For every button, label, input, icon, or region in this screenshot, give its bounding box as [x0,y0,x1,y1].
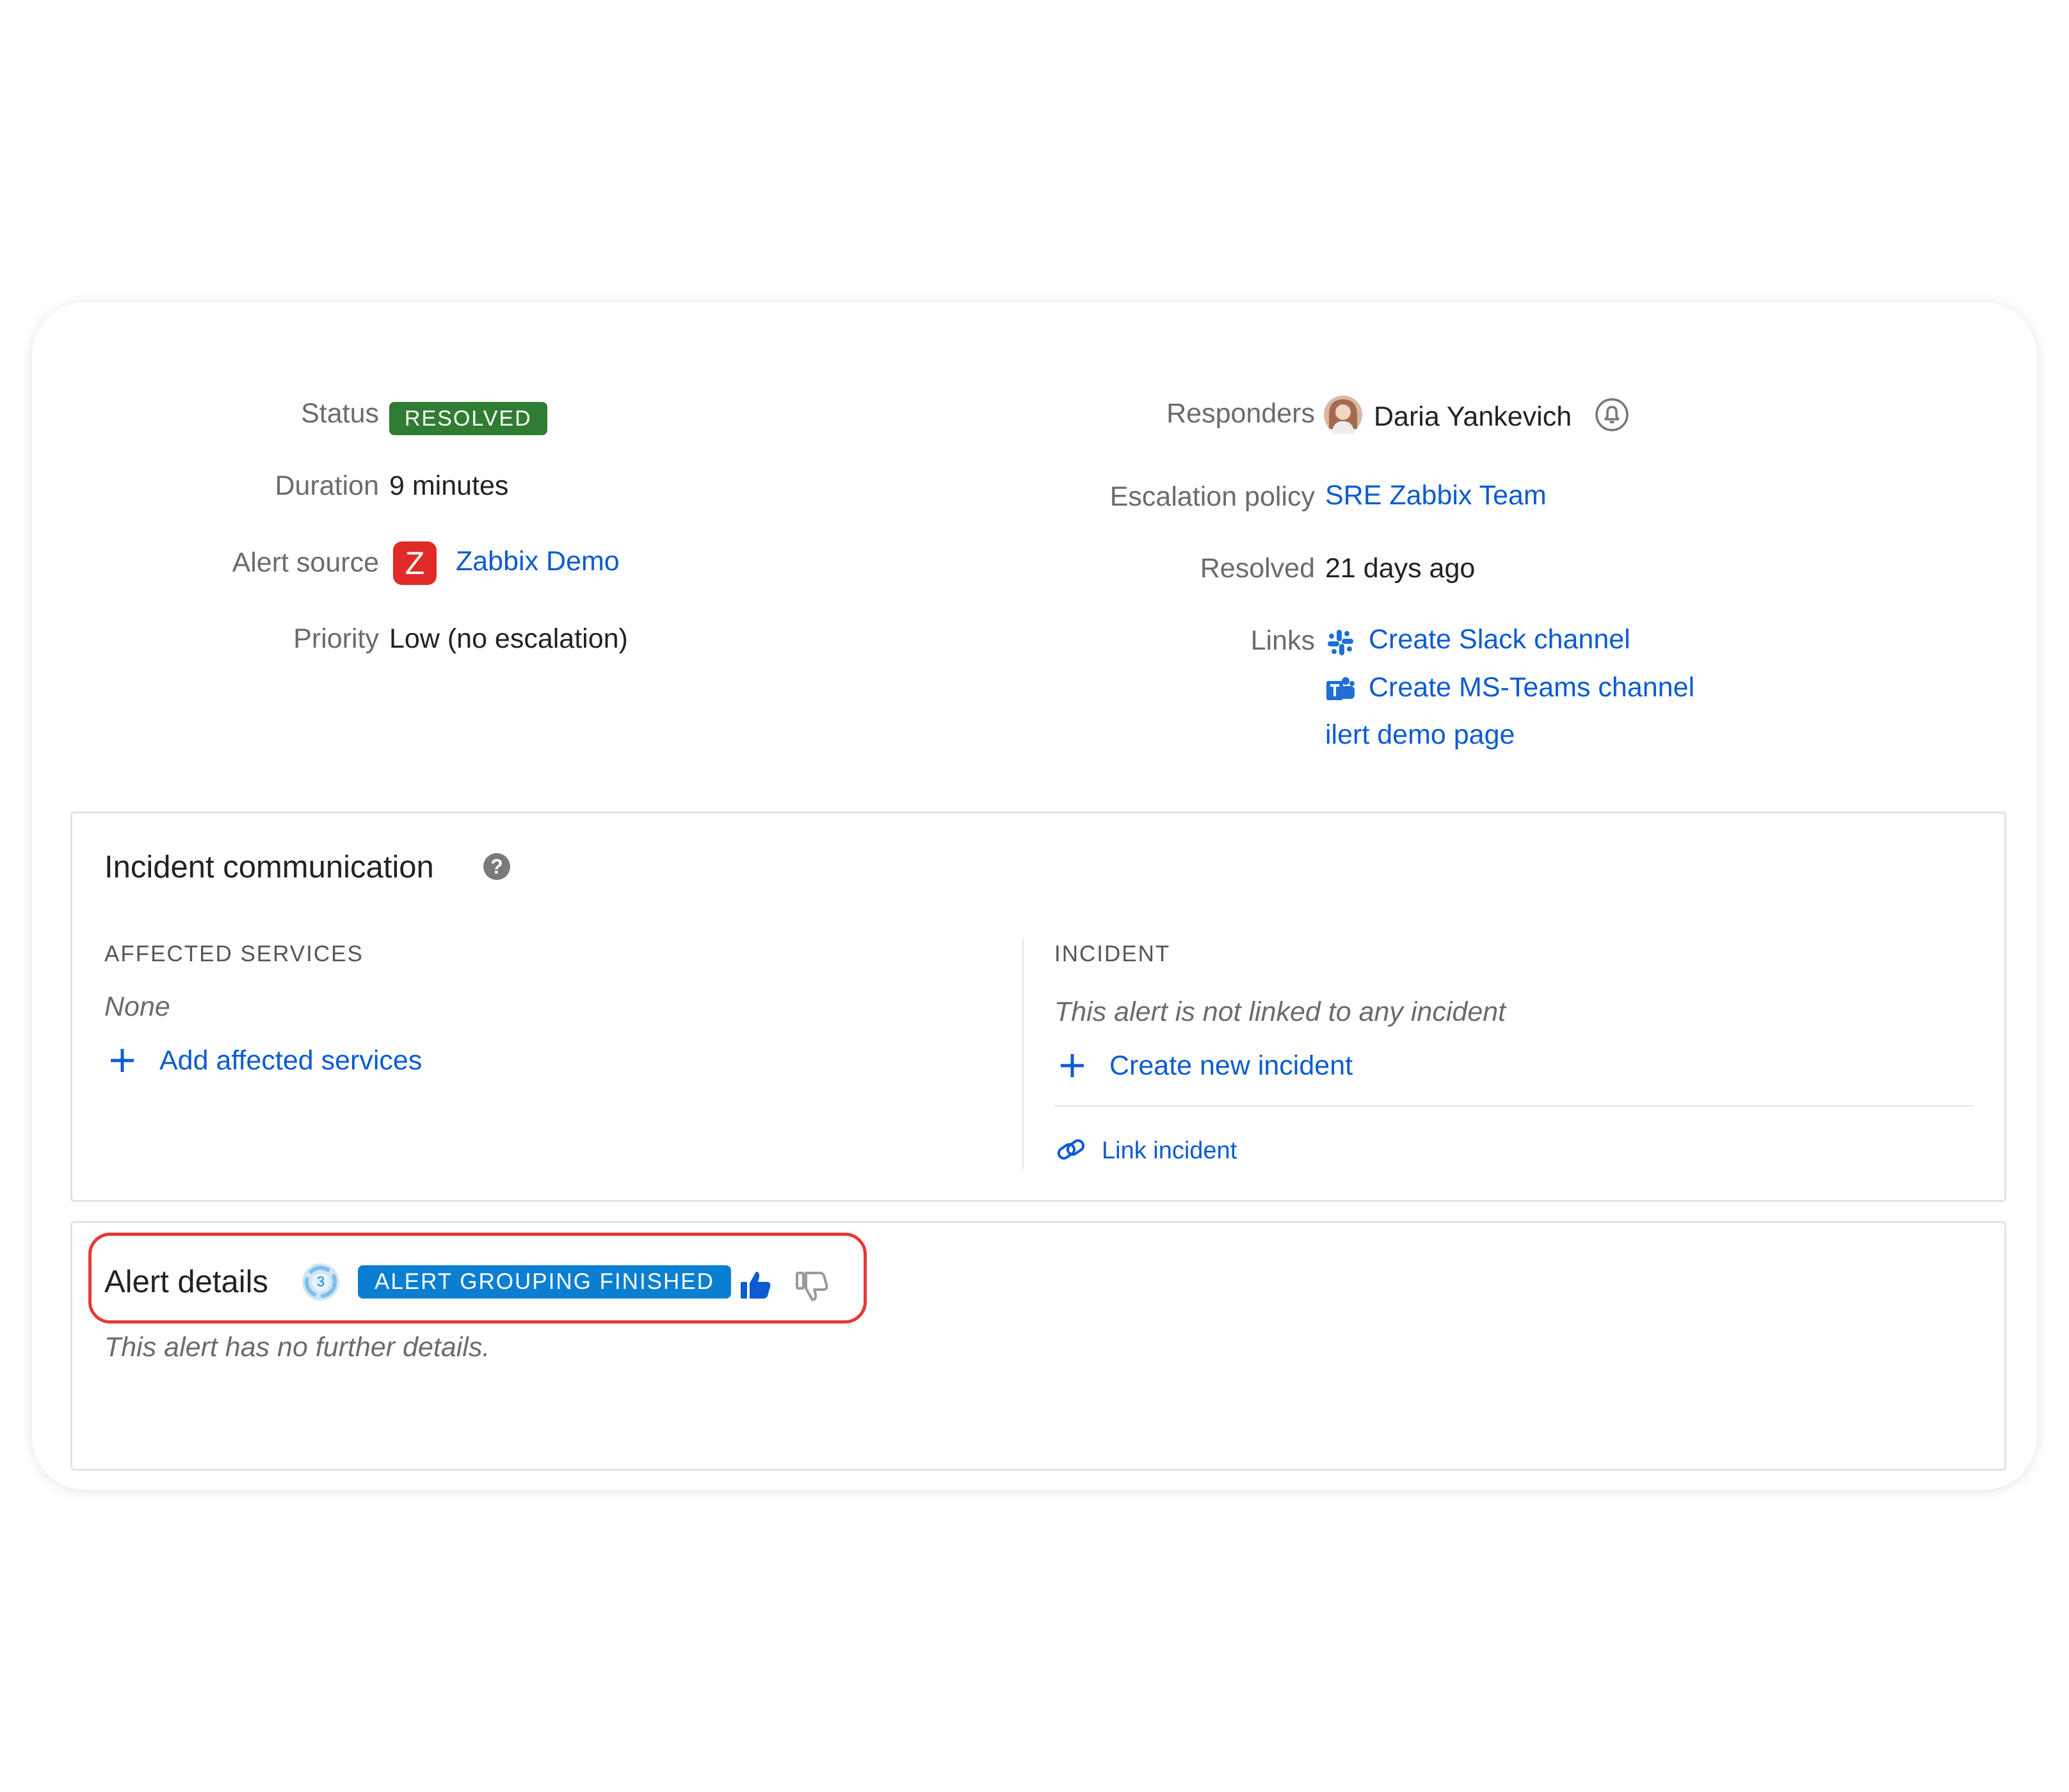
notification-bell-icon[interactable] [1594,397,1630,433]
alert-source-link[interactable]: Zabbix Demo [456,546,620,577]
escalation-policy-link[interactable]: SRE Zabbix Team [1325,480,1547,511]
link-icon[interactable] [1054,1133,1088,1167]
responders-label: Responders [1166,398,1315,429]
duration-value: 9 minutes [389,470,509,501]
escalation-policy-label: Escalation policy [1109,481,1315,512]
column-divider [1022,939,1024,1169]
create-teams-channel-link[interactable]: Create MS-Teams channel [1369,672,1695,703]
incident-communication-panel: Incident communication ? AFFECTED SERVIC… [70,812,2006,1202]
avatar[interactable] [1324,396,1362,434]
plus-icon[interactable] [1058,1052,1086,1080]
link-incident-button[interactable]: Link incident [1102,1137,1237,1165]
help-icon[interactable]: ? [483,853,510,880]
alert-summary-card: Status RESOLVED Duration 9 minutes Alert… [32,302,2037,1490]
add-affected-services-button[interactable]: Add affected services [159,1045,422,1076]
highlight-box [88,1233,867,1324]
demo-page-link[interactable]: ilert demo page [1325,719,1515,751]
duration-label: Duration [275,470,379,501]
affected-services-empty: None [104,991,170,1022]
responder-name[interactable]: Daria Yankevich [1374,401,1572,433]
alert-source-label: Alert source [232,547,379,578]
incident-heading: INCIDENT [1054,941,1171,966]
status-badge: RESOLVED [389,402,547,435]
priority-value: Low (no escalation) [389,623,628,654]
plus-icon[interactable] [108,1046,136,1075]
links-label: Links [1250,625,1315,656]
zabbix-icon: Z [393,541,437,585]
create-slack-channel-link[interactable]: Create Slack channel [1369,624,1630,655]
slack-icon [1325,627,1356,658]
resolved-value: 21 days ago [1325,553,1476,584]
create-new-incident-button[interactable]: Create new incident [1109,1050,1353,1082]
resolved-label: Resolved [1200,553,1315,584]
status-label: Status [301,398,379,429]
incident-empty-text: This alert is not linked to any incident [1054,996,1506,1027]
divider [1054,1105,1974,1107]
alert-details-empty: This alert has no further details. [104,1332,490,1363]
incident-communication-title: Incident communication [104,850,434,884]
affected-services-heading: AFFECTED SERVICES [104,941,364,966]
teams-icon [1325,675,1356,705]
priority-label: Priority [293,623,379,654]
